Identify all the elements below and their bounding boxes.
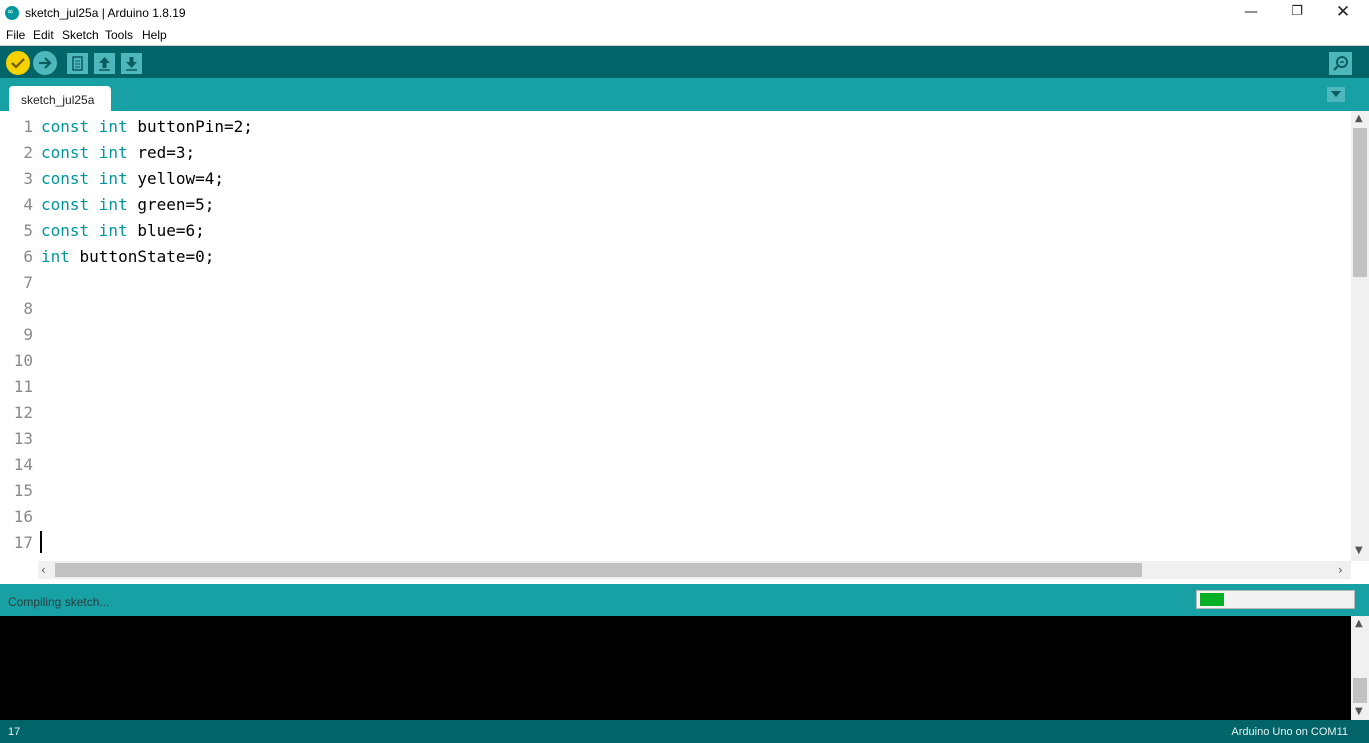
toolbar: [0, 45, 1369, 78]
code-line: const int blue=6;: [41, 221, 205, 240]
code-line: const int yellow=4;: [41, 169, 224, 188]
line-number: 15: [13, 481, 33, 500]
code-line: const int buttonPin=2;: [41, 117, 253, 136]
line-number: 12: [13, 403, 33, 422]
code-text: buttonState=0;: [69, 247, 215, 266]
code-line: const int green=5;: [41, 195, 214, 214]
line-number: 17: [13, 533, 33, 552]
title-bar: ∞ sketch_jul25a | Arduino 1.8.19 — ❐ ✕: [0, 0, 1369, 26]
code-keyword: const int: [41, 143, 128, 162]
arrow-right-icon: [39, 57, 52, 69]
line-number: 8: [23, 299, 33, 318]
open-button[interactable]: [94, 53, 115, 74]
code-keyword: const int: [41, 221, 128, 240]
menu-bar: File Edit Sketch Tools Help: [0, 26, 1369, 45]
code-text: buttonPin=2;: [127, 117, 253, 136]
tab-sketch[interactable]: sketch_jul25a: [9, 86, 111, 111]
magnifier-icon: [1333, 56, 1348, 71]
new-button[interactable]: [67, 53, 88, 74]
progress-fill: [1200, 593, 1224, 606]
code-editor[interactable]: 1 2 3 4 5 6 7 8 9 10 11 12 13 14 15 16 1…: [0, 111, 1369, 579]
save-button[interactable]: [121, 53, 142, 74]
compile-progress-bar: [1196, 590, 1355, 609]
line-number: 14: [13, 455, 33, 474]
status-message: Compiling sketch...: [8, 595, 110, 609]
status-bar: Compiling sketch...: [0, 584, 1369, 616]
scrollbar-thumb[interactable]: [1353, 128, 1367, 277]
line-number: 2: [23, 143, 33, 162]
tab-label: sketch_jul25a: [21, 93, 95, 107]
close-button[interactable]: ✕: [1320, 0, 1366, 26]
code-keyword: const int: [41, 169, 128, 188]
scroll-left-icon[interactable]: ‹: [41, 563, 46, 577]
serial-monitor-button[interactable]: [1329, 52, 1352, 75]
menu-sketch[interactable]: Sketch: [62, 28, 99, 42]
editor-vertical-scrollbar[interactable]: ▲ ▼: [1351, 111, 1369, 561]
code-text: yellow=4;: [127, 169, 225, 188]
line-number: 6: [23, 247, 33, 266]
code-line: int buttonState=0;: [41, 247, 214, 266]
scrollbar-thumb[interactable]: [55, 563, 1142, 577]
text-caret: [40, 531, 42, 553]
line-number: 1: [23, 117, 33, 136]
minimize-button[interactable]: —: [1228, 0, 1274, 26]
console-scrollbar[interactable]: ▲ ▼: [1351, 616, 1369, 720]
code-text: red=3;: [127, 143, 196, 162]
line-number-gutter: 1 2 3 4 5 6 7 8 9 10 11 12 13 14 15 16 1…: [0, 111, 38, 561]
tab-menu-button[interactable]: [1327, 87, 1345, 102]
window-title: sketch_jul25a | Arduino 1.8.19: [25, 6, 186, 20]
line-number: 11: [13, 377, 33, 396]
arrow-up-icon: [99, 57, 110, 71]
board-port-label: Arduino Uno on COM11: [1231, 726, 1348, 738]
code-keyword: const int: [41, 117, 128, 136]
line-number: 4: [23, 195, 33, 214]
line-number: 5: [23, 221, 33, 240]
scroll-up-icon[interactable]: ▲: [1355, 618, 1363, 629]
menu-edit[interactable]: Edit: [33, 28, 54, 42]
menu-tools[interactable]: Tools: [105, 28, 133, 42]
code-keyword: int: [41, 247, 70, 266]
code-line: const int red=3;: [41, 143, 195, 162]
code-text: green=5;: [127, 195, 215, 214]
upload-button[interactable]: [33, 51, 57, 75]
menu-help[interactable]: Help: [142, 28, 167, 42]
arrow-down-icon: [126, 57, 137, 71]
scroll-down-icon[interactable]: ▼: [1355, 706, 1363, 717]
code-keyword: const int: [41, 195, 128, 214]
line-number: 10: [13, 351, 33, 370]
console-output[interactable]: ▲ ▼: [0, 616, 1369, 720]
maximize-button[interactable]: ❐: [1274, 0, 1320, 26]
arduino-logo-icon: ∞: [5, 6, 19, 20]
verify-button[interactable]: [6, 51, 30, 75]
line-number: 16: [13, 507, 33, 526]
chevron-down-icon: [1331, 91, 1341, 97]
menu-file[interactable]: File: [6, 28, 25, 42]
code-text: blue=6;: [127, 221, 205, 240]
tab-bar: sketch_jul25a: [0, 78, 1369, 111]
file-icon: [72, 56, 83, 71]
footer-bar: 17 Arduino Uno on COM11: [0, 720, 1369, 743]
checkmark-icon: [11, 58, 25, 69]
line-number: 13: [13, 429, 33, 448]
scroll-right-icon[interactable]: ›: [1338, 563, 1343, 577]
cursor-line-number: 17: [8, 726, 21, 738]
scroll-down-icon[interactable]: ▼: [1355, 545, 1363, 556]
scrollbar-thumb[interactable]: [1353, 678, 1367, 703]
line-number: 3: [23, 169, 33, 188]
line-number: 9: [23, 325, 33, 344]
editor-horizontal-scrollbar[interactable]: ‹ ›: [38, 561, 1351, 579]
line-number: 7: [23, 273, 33, 292]
scroll-up-icon[interactable]: ▲: [1355, 113, 1363, 124]
